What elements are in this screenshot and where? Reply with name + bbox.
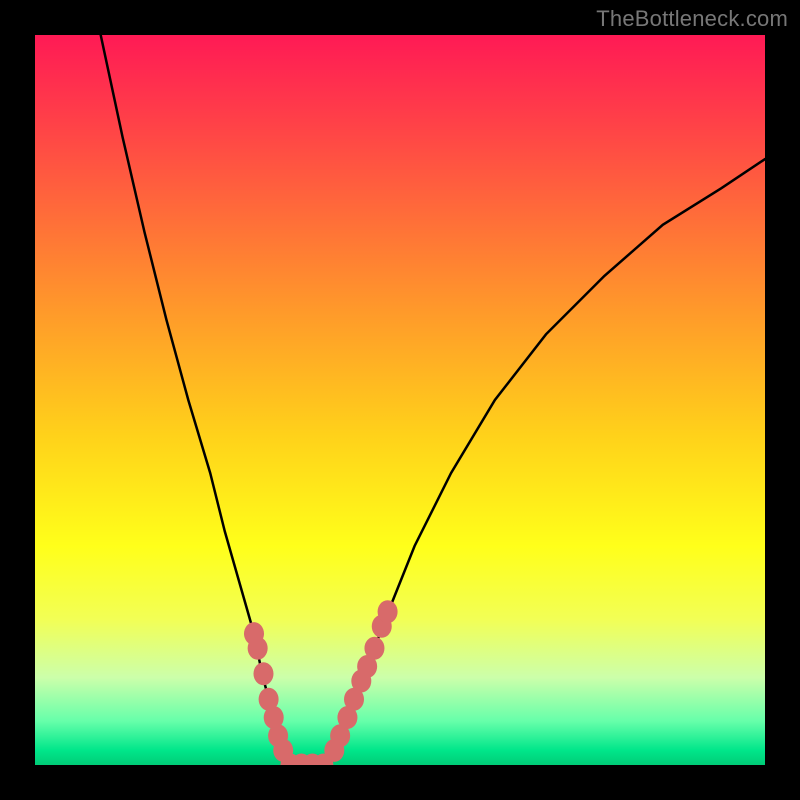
data-marker [364,637,384,660]
bottleneck-curve [101,35,765,765]
plot-area [35,35,765,765]
chart-frame: TheBottleneck.com [0,0,800,800]
data-marker [378,600,398,623]
data-marker [253,662,273,685]
curve-layer [35,35,765,765]
data-marker [248,637,268,660]
watermark-text: TheBottleneck.com [596,6,788,32]
